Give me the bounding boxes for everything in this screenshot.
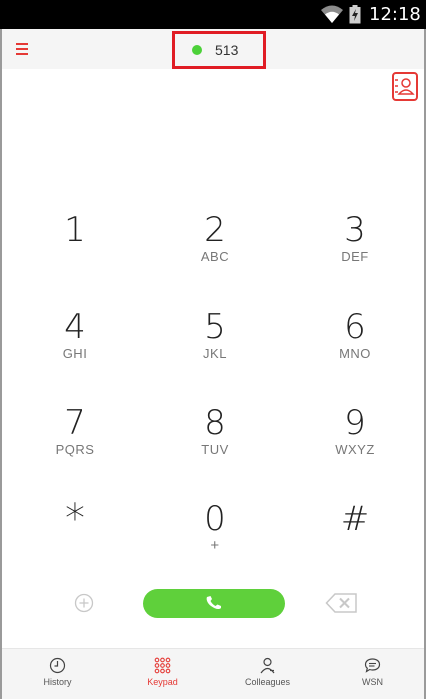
key-digit: * — [65, 496, 85, 542]
key-digit: # — [340, 499, 370, 539]
add-circle-icon — [74, 593, 94, 613]
key-hash[interactable]: # — [310, 501, 400, 571]
key-digit: 9 — [344, 403, 366, 443]
extension-number: 513 — [215, 42, 239, 58]
contacts-book-icon[interactable] — [392, 72, 418, 101]
key-digit: 3 — [344, 210, 366, 250]
key-3[interactable]: 3 DEF — [310, 212, 400, 282]
backspace-icon — [325, 593, 357, 613]
battery-charging-icon — [349, 5, 361, 24]
nav-label: WSN — [362, 677, 383, 687]
chat-bubble-icon — [364, 658, 381, 673]
key-digit: 2 — [204, 210, 226, 250]
key-5[interactable]: 5 JKL — [170, 309, 260, 379]
key-digit: 1 — [64, 210, 86, 250]
key-letters: WXYZ — [335, 442, 375, 457]
nav-wsn[interactable]: WSN — [320, 649, 425, 699]
dialer-screen: 513 1 2 ABC 3 DEF 4 GHI 5 JKL 6 MNO 7 PQ… — [0, 29, 426, 699]
system-status-bar: 12:18 — [0, 0, 426, 29]
key-letters: DEF — [341, 249, 369, 264]
add-call-button[interactable] — [73, 592, 95, 614]
nav-colleagues[interactable]: Colleagues — [215, 649, 320, 699]
call-button[interactable] — [143, 589, 285, 618]
status-time: 12:18 — [369, 4, 421, 25]
keypad-icon — [154, 657, 171, 674]
nav-label: Keypad — [147, 677, 178, 687]
key-7[interactable]: 7 PQRS — [30, 405, 120, 475]
key-6[interactable]: 6 MNO — [310, 309, 400, 379]
clock-icon — [49, 657, 66, 674]
key-letters: JKL — [203, 346, 227, 361]
key-digit: 0 — [204, 499, 226, 539]
key-letters: GHI — [62, 346, 88, 361]
key-digit: 8 — [204, 403, 226, 443]
key-0[interactable]: 0 + — [170, 501, 260, 571]
key-digit: 4 — [64, 307, 86, 347]
colleagues-icon — [260, 657, 275, 674]
key-9[interactable]: 9 WXYZ — [310, 405, 400, 475]
key-letters: PQRS — [55, 442, 95, 457]
presence-dot — [192, 45, 202, 55]
nav-label: History — [43, 677, 72, 687]
nav-label: Colleagues — [244, 677, 291, 687]
key-1[interactable]: 1 — [30, 212, 120, 282]
key-4[interactable]: 4 GHI — [30, 309, 120, 379]
phone-icon — [206, 596, 221, 610]
key-digit: 5 — [204, 307, 226, 347]
key-2[interactable]: 2 ABC — [170, 212, 260, 282]
top-bar: 513 — [2, 29, 424, 69]
key-digit: 6 — [344, 307, 366, 347]
extension-status[interactable]: 513 — [172, 31, 266, 69]
backspace-button[interactable] — [325, 592, 359, 614]
nav-keypad[interactable]: Keypad — [110, 649, 215, 699]
key-letters: TUV — [201, 442, 229, 457]
key-8[interactable]: 8 TUV — [170, 405, 260, 475]
key-star[interactable]: * — [30, 496, 120, 571]
bottom-navigation: History Keypad Colleagues WSN — [2, 648, 424, 699]
key-letters: + — [210, 537, 220, 554]
key-digit: 7 — [64, 403, 86, 443]
nav-history[interactable]: History — [5, 649, 110, 699]
key-letters: MNO — [339, 346, 371, 361]
wifi-icon — [321, 5, 343, 23]
menu-icon[interactable] — [16, 42, 30, 56]
key-letters: ABC — [200, 249, 230, 264]
